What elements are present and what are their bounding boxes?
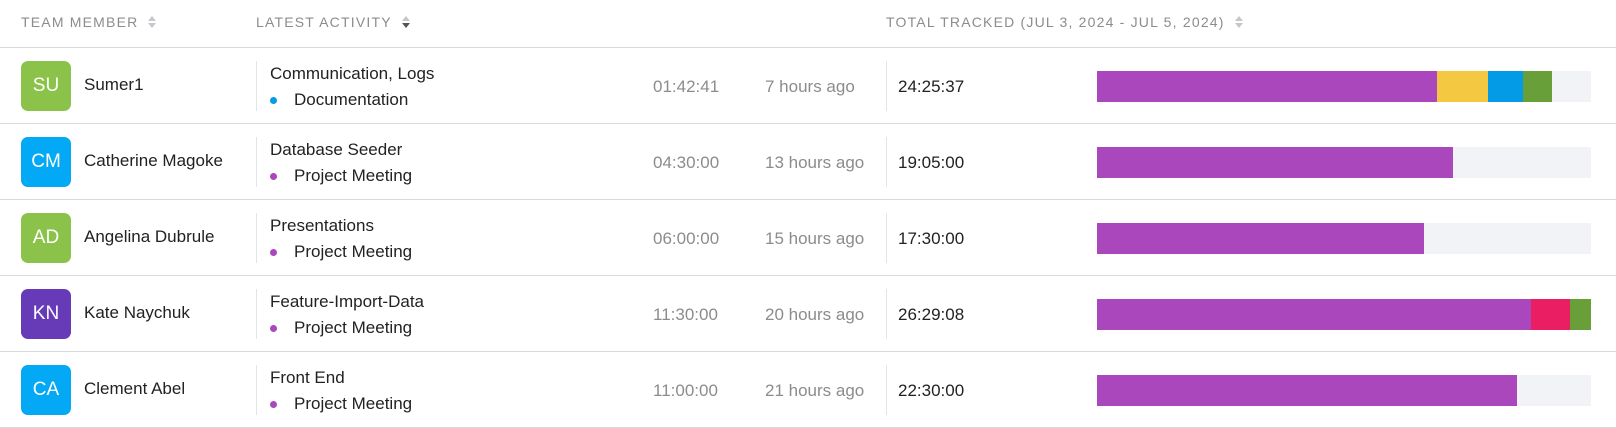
member-name[interactable]: Kate Naychuk (84, 303, 190, 323)
member-name[interactable]: Sumer1 (84, 75, 144, 95)
table-header: TEAM MEMBER LATEST ACTIVITY TOTAL TRACKE… (0, 0, 1616, 48)
activity-project: Project Meeting (270, 242, 412, 262)
total-tracked: 17:30:00 (898, 229, 965, 248)
member-name[interactable]: Catherine Magoke (84, 151, 223, 171)
column-header-label: TOTAL TRACKED (JUL 3, 2024 - JUL 5, 2024… (886, 14, 1225, 30)
activity-duration: 01:42:41 (653, 77, 720, 96)
member-name[interactable]: Clement Abel (84, 379, 185, 399)
activity-time-ago: 13 hours ago (765, 153, 865, 172)
sort-icon[interactable] (1234, 16, 1243, 28)
project-color-dot-icon (270, 248, 277, 256)
tracked-time-segment[interactable] (1488, 71, 1524, 102)
tracked-time-segment[interactable] (1523, 71, 1552, 102)
total-tracked: 22:30:00 (898, 381, 965, 400)
member-name[interactable]: Angelina Dubrule (84, 227, 214, 247)
avatar[interactable]: KN (21, 289, 71, 339)
activity-project: Project Meeting (270, 318, 412, 338)
column-header-total-tracked[interactable]: TOTAL TRACKED (JUL 3, 2024 - JUL 5, 2024… (886, 14, 1243, 30)
activity-time-ago: 21 hours ago (765, 381, 865, 400)
sort-icon[interactable] (148, 16, 157, 28)
project-label: Project Meeting (294, 166, 413, 185)
avatar[interactable]: AD (21, 213, 71, 263)
project-color-dot-icon (270, 172, 277, 180)
activity-project: Project Meeting (270, 166, 412, 186)
column-divider (256, 137, 257, 187)
tracked-time-segment[interactable] (1436, 71, 1489, 102)
column-divider (886, 365, 887, 415)
project-label: Documentation (294, 90, 409, 109)
tracked-time-segment[interactable] (1531, 299, 1571, 330)
column-divider (886, 289, 887, 339)
tracked-time-bar[interactable] (1097, 71, 1591, 102)
activity-title: Feature-Import-Data (270, 292, 424, 311)
column-header-label: LATEST ACTIVITY (256, 14, 392, 30)
table-row[interactable]: CM Catherine Magoke Database Seeder Proj… (0, 124, 1616, 200)
activity-duration: 04:30:00 (653, 153, 720, 172)
column-divider (256, 289, 257, 339)
activity-project: Documentation (270, 90, 408, 110)
column-divider (886, 137, 887, 187)
activity-title: Communication, Logs (270, 64, 435, 83)
table-body: SU Sumer1 Communication, Logs Documentat… (0, 48, 1616, 428)
tracked-time-segment[interactable] (1097, 299, 1532, 330)
tracked-time-segment[interactable] (1570, 299, 1591, 330)
activity-title: Database Seeder (270, 140, 403, 159)
avatar[interactable]: SU (21, 61, 71, 111)
column-header-team-member[interactable]: TEAM MEMBER (21, 14, 157, 30)
column-divider (886, 213, 887, 263)
column-header-latest-activity[interactable]: LATEST ACTIVITY (256, 14, 410, 30)
column-divider (886, 61, 887, 111)
column-divider (256, 61, 257, 111)
total-tracked: 26:29:08 (898, 305, 965, 324)
tracked-time-segment[interactable] (1097, 375, 1517, 406)
avatar[interactable]: CA (21, 365, 71, 415)
tracked-time-bar[interactable] (1097, 375, 1591, 406)
tracked-time-segment[interactable] (1097, 223, 1424, 254)
activity-project: Project Meeting (270, 394, 412, 414)
activity-duration: 11:00:00 (653, 381, 718, 400)
activity-duration: 11:30:00 (653, 305, 718, 324)
team-activity-table: TEAM MEMBER LATEST ACTIVITY TOTAL TRACKE… (0, 0, 1616, 428)
avatar[interactable]: CM (21, 137, 71, 187)
total-tracked: 19:05:00 (898, 153, 965, 172)
project-color-dot-icon (270, 96, 277, 104)
project-color-dot-icon (270, 324, 277, 332)
activity-title: Front End (270, 368, 345, 387)
project-label: Project Meeting (294, 242, 413, 261)
sort-descending-icon[interactable] (401, 16, 410, 28)
activity-title: Presentations (270, 216, 374, 235)
total-tracked: 24:25:37 (898, 77, 965, 96)
tracked-time-bar[interactable] (1097, 299, 1591, 330)
table-row[interactable]: AD Angelina Dubrule Presentations Projec… (0, 200, 1616, 276)
column-header-label: TEAM MEMBER (21, 14, 139, 30)
table-row[interactable]: SU Sumer1 Communication, Logs Documentat… (0, 48, 1616, 124)
column-divider (256, 365, 257, 415)
column-divider (256, 213, 257, 263)
project-label: Project Meeting (294, 318, 413, 337)
tracked-time-bar[interactable] (1097, 223, 1591, 254)
tracked-time-bar[interactable] (1097, 147, 1591, 178)
tracked-time-segment[interactable] (1097, 71, 1437, 102)
activity-time-ago: 20 hours ago (765, 305, 865, 324)
table-row[interactable]: CA Clement Abel Front End Project Meetin… (0, 352, 1616, 428)
table-row[interactable]: KN Kate Naychuk Feature-Import-Data Proj… (0, 276, 1616, 352)
activity-time-ago: 7 hours ago (765, 77, 855, 96)
activity-time-ago: 15 hours ago (765, 229, 865, 248)
tracked-time-segment[interactable] (1097, 147, 1454, 178)
project-color-dot-icon (270, 400, 277, 408)
project-label: Project Meeting (294, 394, 413, 413)
activity-duration: 06:00:00 (653, 229, 720, 248)
